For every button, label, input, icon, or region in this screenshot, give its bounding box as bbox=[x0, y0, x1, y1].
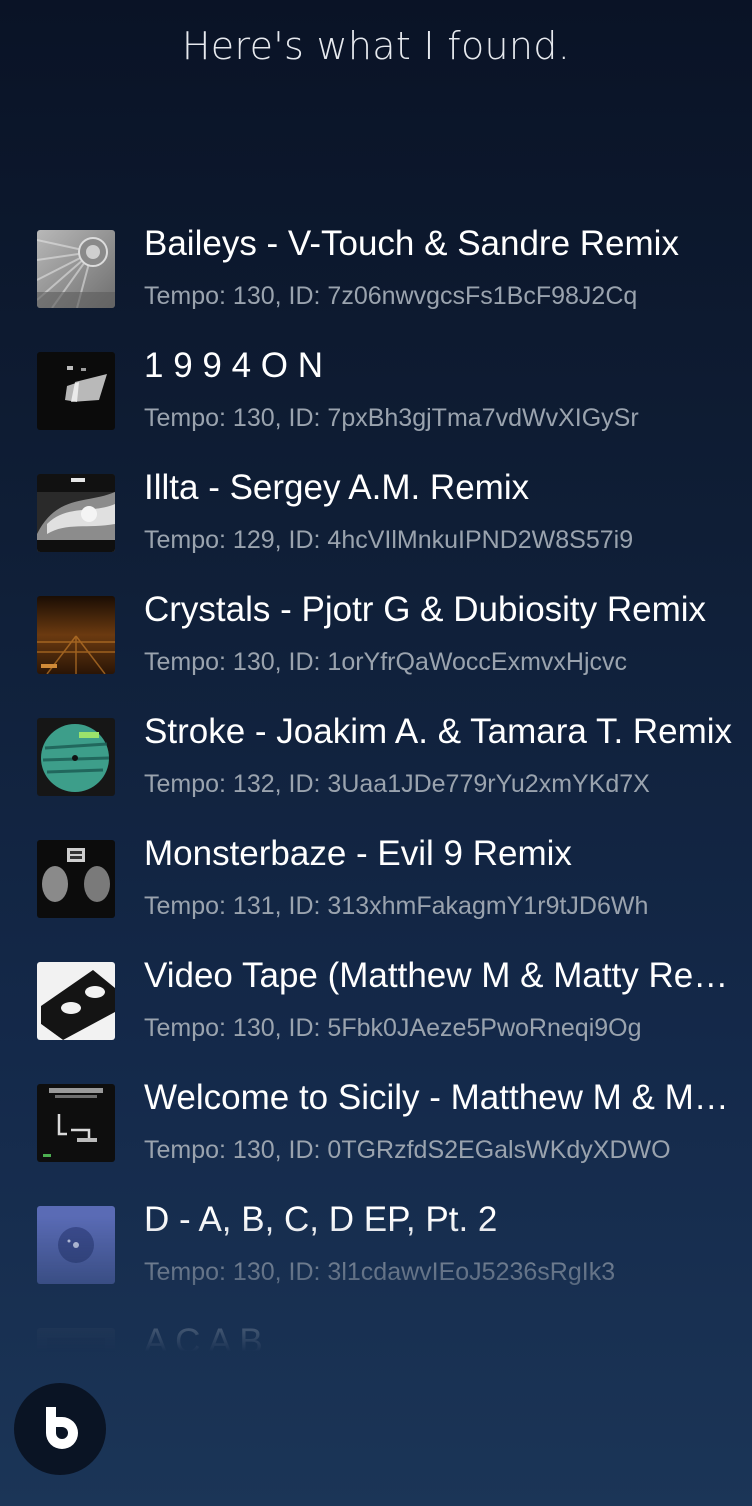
track-title: Welcome to Sicily - Matthew M & Matty bbox=[144, 1078, 736, 1117]
track-title: Stroke - Joakim A. & Tamara T. Remix bbox=[144, 712, 733, 751]
list-item[interactable]: Stroke - Joakim A. & Tamara T. Remix Tem… bbox=[0, 710, 752, 810]
list-item[interactable]: Baileys - V-Touch & Sandre Remix Tempo: … bbox=[0, 222, 752, 322]
track-title: 1 9 9 4 O N bbox=[144, 346, 323, 385]
bixby-icon bbox=[36, 1403, 84, 1456]
track-details: Tempo: 132, ID: 3Uaa1JDe779rYu2xmYKd7X bbox=[144, 770, 650, 798]
list-item[interactable]: Crystals - Pjotr G & Dubiosity Remix Tem… bbox=[0, 588, 752, 688]
track-title: D - A, B, C, D EP, Pt. 2 bbox=[144, 1200, 498, 1239]
page-title: Here's what I found. bbox=[181, 24, 571, 68]
list-item[interactable]: 1 9 9 4 O N Tempo: 130, ID: 7pxBh3gjTma7… bbox=[0, 344, 752, 444]
list-item[interactable]: Video Tape (Matthew M & Matty Remix) Tem… bbox=[0, 954, 752, 1054]
bixby-assistant-button[interactable] bbox=[14, 1383, 106, 1475]
track-details: Tempo: 130, ID: 7pxBh3gjTma7vdWvXIGySr bbox=[144, 404, 639, 432]
list-item[interactable]: D - A, B, C, D EP, Pt. 2 Tempo: 130, ID:… bbox=[0, 1198, 752, 1298]
list-item[interactable]: Welcome to Sicily - Matthew M & Matty Te… bbox=[0, 1076, 752, 1176]
album-art-thumbnail bbox=[37, 1206, 115, 1284]
track-details: Tempo: 130, ID: 1orYfrQaWoccExmvxHjcvc bbox=[144, 648, 628, 676]
track-title: Video Tape (Matthew M & Matty Remix) bbox=[144, 956, 736, 995]
album-art-thumbnail bbox=[37, 718, 115, 796]
track-title: Monsterbaze - Evil 9 Remix bbox=[144, 834, 572, 873]
album-art-thumbnail bbox=[37, 962, 115, 1040]
album-art-thumbnail bbox=[37, 596, 115, 674]
list-item[interactable]: Monsterbaze - Evil 9 Remix Tempo: 131, I… bbox=[0, 832, 752, 932]
track-details: Tempo: 130, ID: 7z06nwvgcsFs1BcF98J2Cq bbox=[144, 282, 638, 310]
list-item[interactable]: Illta - Sergey A.M. Remix Tempo: 129, ID… bbox=[0, 466, 752, 566]
track-title: A C A B bbox=[144, 1322, 263, 1352]
album-art-thumbnail bbox=[37, 230, 115, 308]
album-art-thumbnail bbox=[37, 840, 115, 918]
track-details: Tempo: 130, ID: 3l1cdawvIEoJ5236sRgIk3 bbox=[144, 1258, 616, 1286]
album-art-thumbnail bbox=[37, 474, 115, 552]
track-details: Tempo: 129, ID: 4hcVIlMnkuIPND2W8S57i9 bbox=[144, 526, 634, 554]
album-art-thumbnail bbox=[37, 352, 115, 430]
track-title: Illta - Sergey A.M. Remix bbox=[144, 468, 530, 507]
results-list: Baileys - V-Touch & Sandre Remix Tempo: … bbox=[0, 222, 752, 1352]
track-details: Tempo: 130, ID: 0TGRzfdS2EGalsWKdyXDWO bbox=[144, 1136, 671, 1164]
list-item[interactable]: A C A B bbox=[0, 1320, 752, 1352]
album-art-thumbnail bbox=[37, 1328, 115, 1352]
track-details: Tempo: 131, ID: 313xhmFakagmY1r9tJD6Wh bbox=[144, 892, 649, 920]
album-art-thumbnail bbox=[37, 1084, 115, 1162]
track-title: Crystals - Pjotr G & Dubiosity Remix bbox=[144, 590, 707, 629]
track-title: Baileys - V-Touch & Sandre Remix bbox=[144, 224, 679, 263]
track-details: Tempo: 130, ID: 5Fbk0JAeze5PwoRneqi9Og bbox=[144, 1014, 642, 1042]
